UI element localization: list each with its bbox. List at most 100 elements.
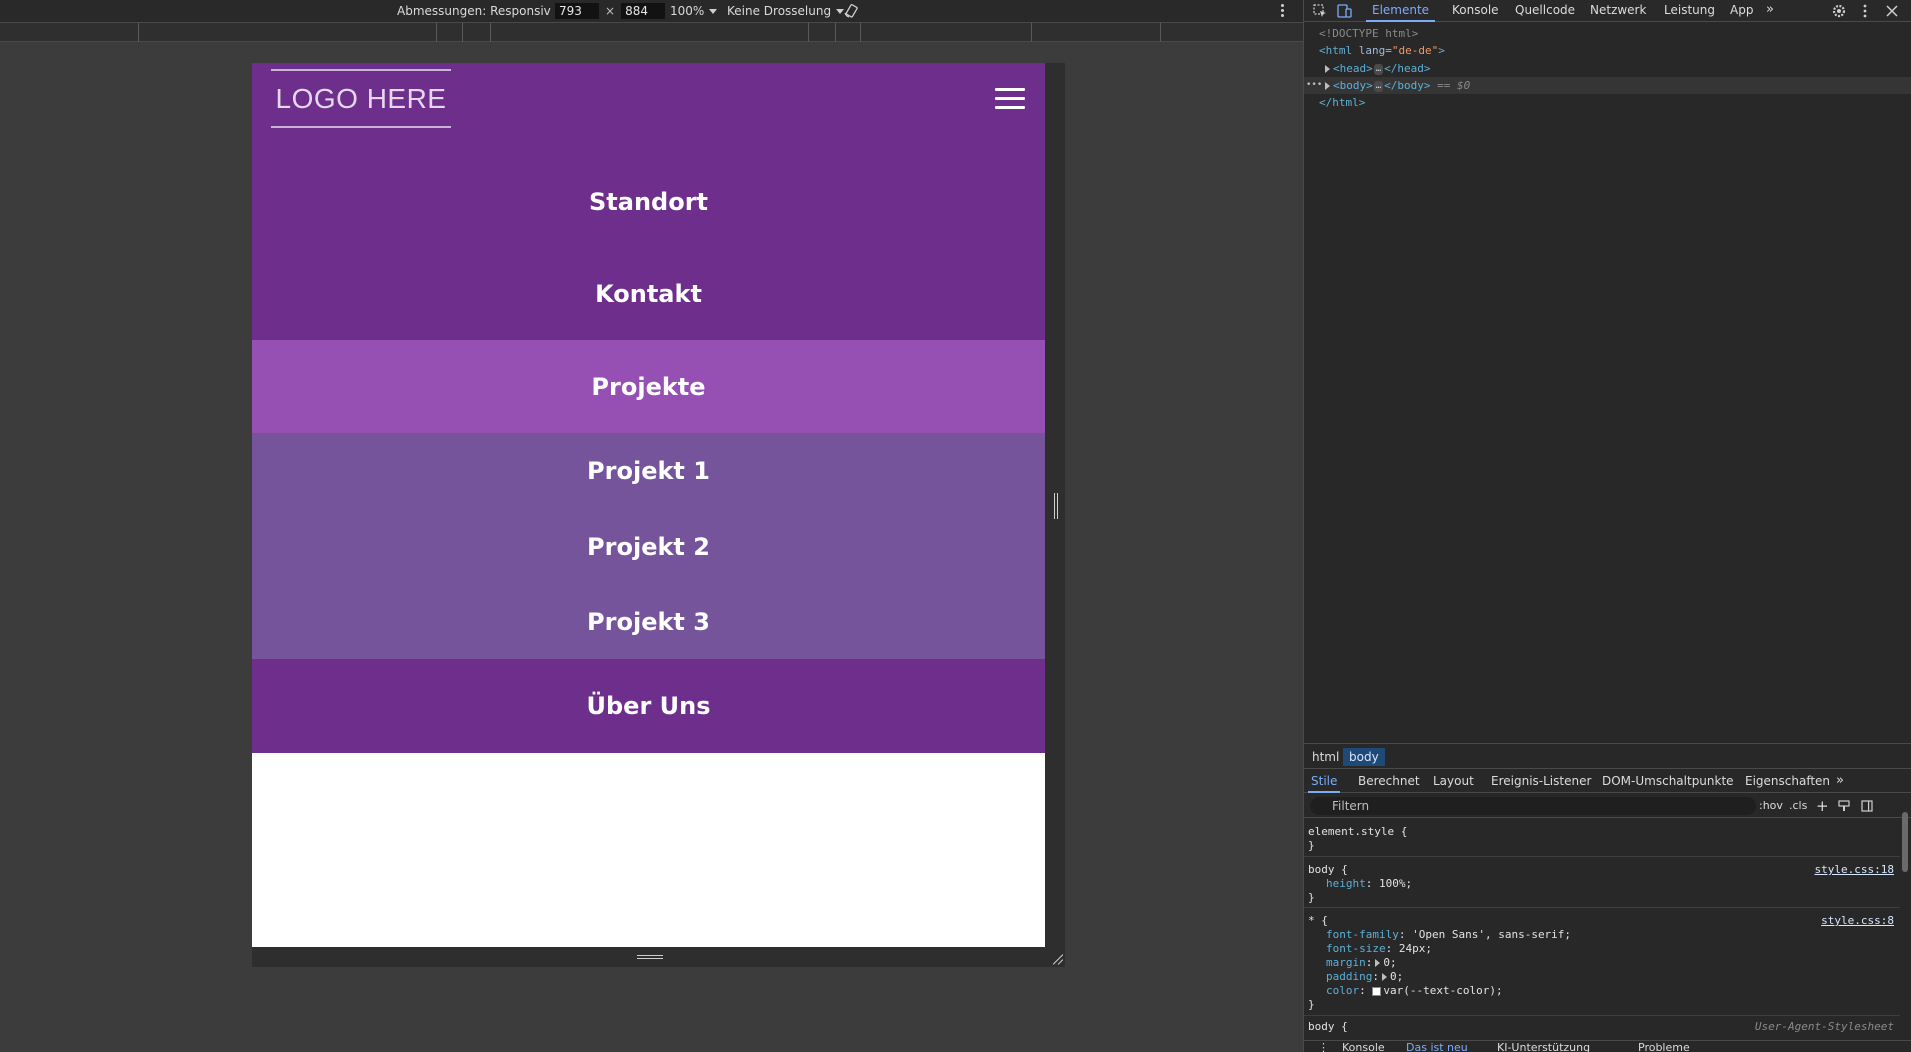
breadcrumb-html[interactable]: html	[1306, 748, 1345, 766]
rotate-button[interactable]	[843, 0, 859, 22]
css-value[interactable]: 24px;	[1399, 942, 1432, 955]
tab-leistung[interactable]: Leistung	[1664, 0, 1715, 22]
more-options-icon[interactable]	[1276, 2, 1288, 20]
css-value[interactable]: 0;	[1383, 956, 1396, 969]
rule-close-brace: }	[1308, 891, 1315, 904]
styles-scrollbar[interactable]	[1900, 800, 1910, 1040]
more-tabs-icon[interactable]: »	[1836, 769, 1844, 793]
expand-arrow-icon[interactable]	[1325, 82, 1330, 90]
submenu-item-projekt-2[interactable]: Projekt 2	[252, 509, 1045, 584]
dimensions-label: Abmessungen: Responsiv	[397, 4, 551, 18]
tab-netzwerk[interactable]: Netzwerk	[1590, 0, 1646, 22]
dom-body-node[interactable]: ••• <body>… </body> == $0	[1304, 77, 1911, 94]
color-swatch[interactable]	[1372, 986, 1382, 996]
body-close-tag: </body>	[1384, 79, 1431, 92]
class-toggle-button[interactable]: .cls	[1789, 797, 1807, 815]
rule-selector: * {	[1308, 914, 1328, 927]
dom-doctype[interactable]: <!DOCTYPE html>	[1304, 25, 1911, 42]
breadcrumb-body[interactable]: body	[1343, 748, 1385, 766]
site-header: LOGO HERE	[252, 63, 1045, 156]
nav-item-projekte[interactable]: Projekte	[252, 340, 1045, 433]
nav-item-ueber-uns[interactable]: Über Uns	[252, 659, 1045, 753]
scrollbar-thumb[interactable]	[1902, 812, 1908, 872]
css-property[interactable]: font-family	[1326, 928, 1399, 941]
throttling-dropdown[interactable]: Keine Drosselung	[727, 0, 845, 22]
resize-handle-corner[interactable]	[1049, 951, 1063, 965]
row-options-icon[interactable]: •••	[1306, 77, 1322, 94]
hover-state-button[interactable]: :hov	[1759, 797, 1783, 815]
dom-html-close[interactable]: </html>	[1304, 94, 1911, 111]
css-property[interactable]: height	[1326, 877, 1366, 890]
css-property[interactable]: color	[1326, 984, 1359, 997]
element-style-rule[interactable]: element.style { }	[1304, 819, 1900, 857]
submenu-item-projekt-1[interactable]: Projekt 1	[252, 433, 1045, 509]
css-property[interactable]: padding	[1326, 970, 1372, 983]
drawer-tab-das-ist-neu[interactable]: Das ist neu	[1406, 1041, 1468, 1052]
source-link[interactable]: style.css:8	[1821, 914, 1894, 927]
nav-item-standort[interactable]: Standort	[252, 156, 1045, 247]
doctype-text: <!DOCTYPE html>	[1319, 27, 1419, 40]
html-attr-name: lang	[1358, 44, 1386, 57]
collapsed-ellipsis[interactable]: …	[1373, 80, 1384, 92]
tab-elemente[interactable]: Elemente	[1366, 0, 1436, 22]
height-input[interactable]	[621, 3, 666, 19]
filter-input[interactable]: Filtern	[1310, 797, 1756, 815]
body-style-rule[interactable]: body { style.css:18 height: 100%; }	[1304, 857, 1900, 908]
tab-layout[interactable]: Layout	[1433, 769, 1474, 793]
universal-style-rule[interactable]: * { style.css:8 font-family: 'Open Sans'…	[1304, 908, 1900, 1016]
width-input[interactable]	[555, 3, 599, 19]
drawer-tab-ki-unterstuetzung[interactable]: KI-Unterstützung	[1497, 1041, 1590, 1052]
selected-node-marker: == $0	[1437, 79, 1471, 92]
devtools-drawer-tabbar: ⋮ Konsole Das ist neu KI-Unterstützung P…	[1304, 1040, 1911, 1052]
css-value[interactable]: 100%;	[1379, 877, 1412, 890]
hamburger-menu-icon[interactable]	[995, 88, 1025, 110]
resize-handle-right[interactable]	[1053, 493, 1059, 519]
close-icon[interactable]	[1884, 3, 1900, 19]
expand-arrow-icon[interactable]	[1375, 959, 1381, 967]
tab-ereignis-listener[interactable]: Ereignis-Listener	[1491, 769, 1591, 793]
paint-brush-icon[interactable]	[1838, 800, 1850, 812]
more-tabs-icon[interactable]: »	[1766, 0, 1774, 22]
tab-stile[interactable]: Stile	[1308, 769, 1341, 793]
dom-html-node[interactable]: <html lang="de-de">	[1304, 42, 1911, 59]
head-open-tag: <head>	[1333, 62, 1373, 75]
tab-eigenschaften[interactable]: Eigenschaften	[1745, 769, 1830, 793]
source-link[interactable]: style.css:18	[1815, 863, 1894, 876]
drawer-menu-icon[interactable]: ⋮	[1318, 1041, 1329, 1052]
sidebar-toggle-icon[interactable]	[1861, 800, 1873, 812]
device-toggle-icon[interactable]	[1336, 3, 1352, 19]
tab-app[interactable]: App	[1730, 0, 1753, 22]
styles-tabbar: Stile Berechnet Layout Ereignis-Listener…	[1304, 768, 1911, 793]
more-options-icon[interactable]	[1857, 3, 1873, 19]
rule-selector: body {	[1308, 1020, 1348, 1033]
expand-arrow-icon[interactable]	[1325, 65, 1330, 73]
device-frame: LOGO HERE Standort Kontakt Projekte Proj…	[252, 63, 1065, 967]
drawer-tab-probleme[interactable]: Probleme	[1638, 1041, 1690, 1052]
submenu-item-projekt-3[interactable]: Projekt 3	[252, 584, 1045, 659]
tab-berechnet[interactable]: Berechnet	[1358, 769, 1420, 793]
css-property[interactable]: font-size	[1326, 942, 1386, 955]
tab-quellcode[interactable]: Quellcode	[1515, 0, 1575, 22]
site-logo[interactable]: LOGO HERE	[271, 69, 451, 128]
css-value[interactable]: var(--text-color);	[1383, 984, 1502, 997]
device-toolbar: Abmessungen: Responsiv × 100% Keine Dros…	[0, 0, 1303, 22]
dimensions-dropdown[interactable]: Abmessungen: Responsiv	[397, 0, 564, 22]
user-agent-rule[interactable]: body { User-Agent-Stylesheet	[1304, 1016, 1900, 1036]
css-value[interactable]: 0;	[1390, 970, 1403, 983]
resize-handle-bottom[interactable]	[637, 954, 663, 960]
dom-head-node[interactable]: <head>… </head>	[1304, 60, 1911, 77]
css-value[interactable]: 'Open Sans', sans-serif;	[1412, 928, 1571, 941]
zoom-dropdown[interactable]: 100%	[670, 0, 718, 22]
zoom-label: 100%	[670, 4, 705, 18]
tab-dom-umschaltpunkte[interactable]: DOM-Umschaltpunkte	[1602, 769, 1734, 793]
drawer-tab-konsole[interactable]: Konsole	[1342, 1041, 1385, 1052]
inspect-element-icon[interactable]	[1312, 3, 1328, 19]
settings-gear-icon[interactable]	[1831, 3, 1847, 19]
breadcrumb: html body	[1304, 743, 1911, 767]
new-rule-button[interactable]: +	[1816, 797, 1829, 815]
expand-arrow-icon[interactable]	[1381, 973, 1387, 981]
tab-konsole[interactable]: Konsole	[1452, 0, 1499, 22]
css-property[interactable]: margin	[1326, 956, 1366, 969]
nav-item-kontakt[interactable]: Kontakt	[252, 247, 1045, 340]
collapsed-ellipsis[interactable]: …	[1373, 63, 1384, 75]
